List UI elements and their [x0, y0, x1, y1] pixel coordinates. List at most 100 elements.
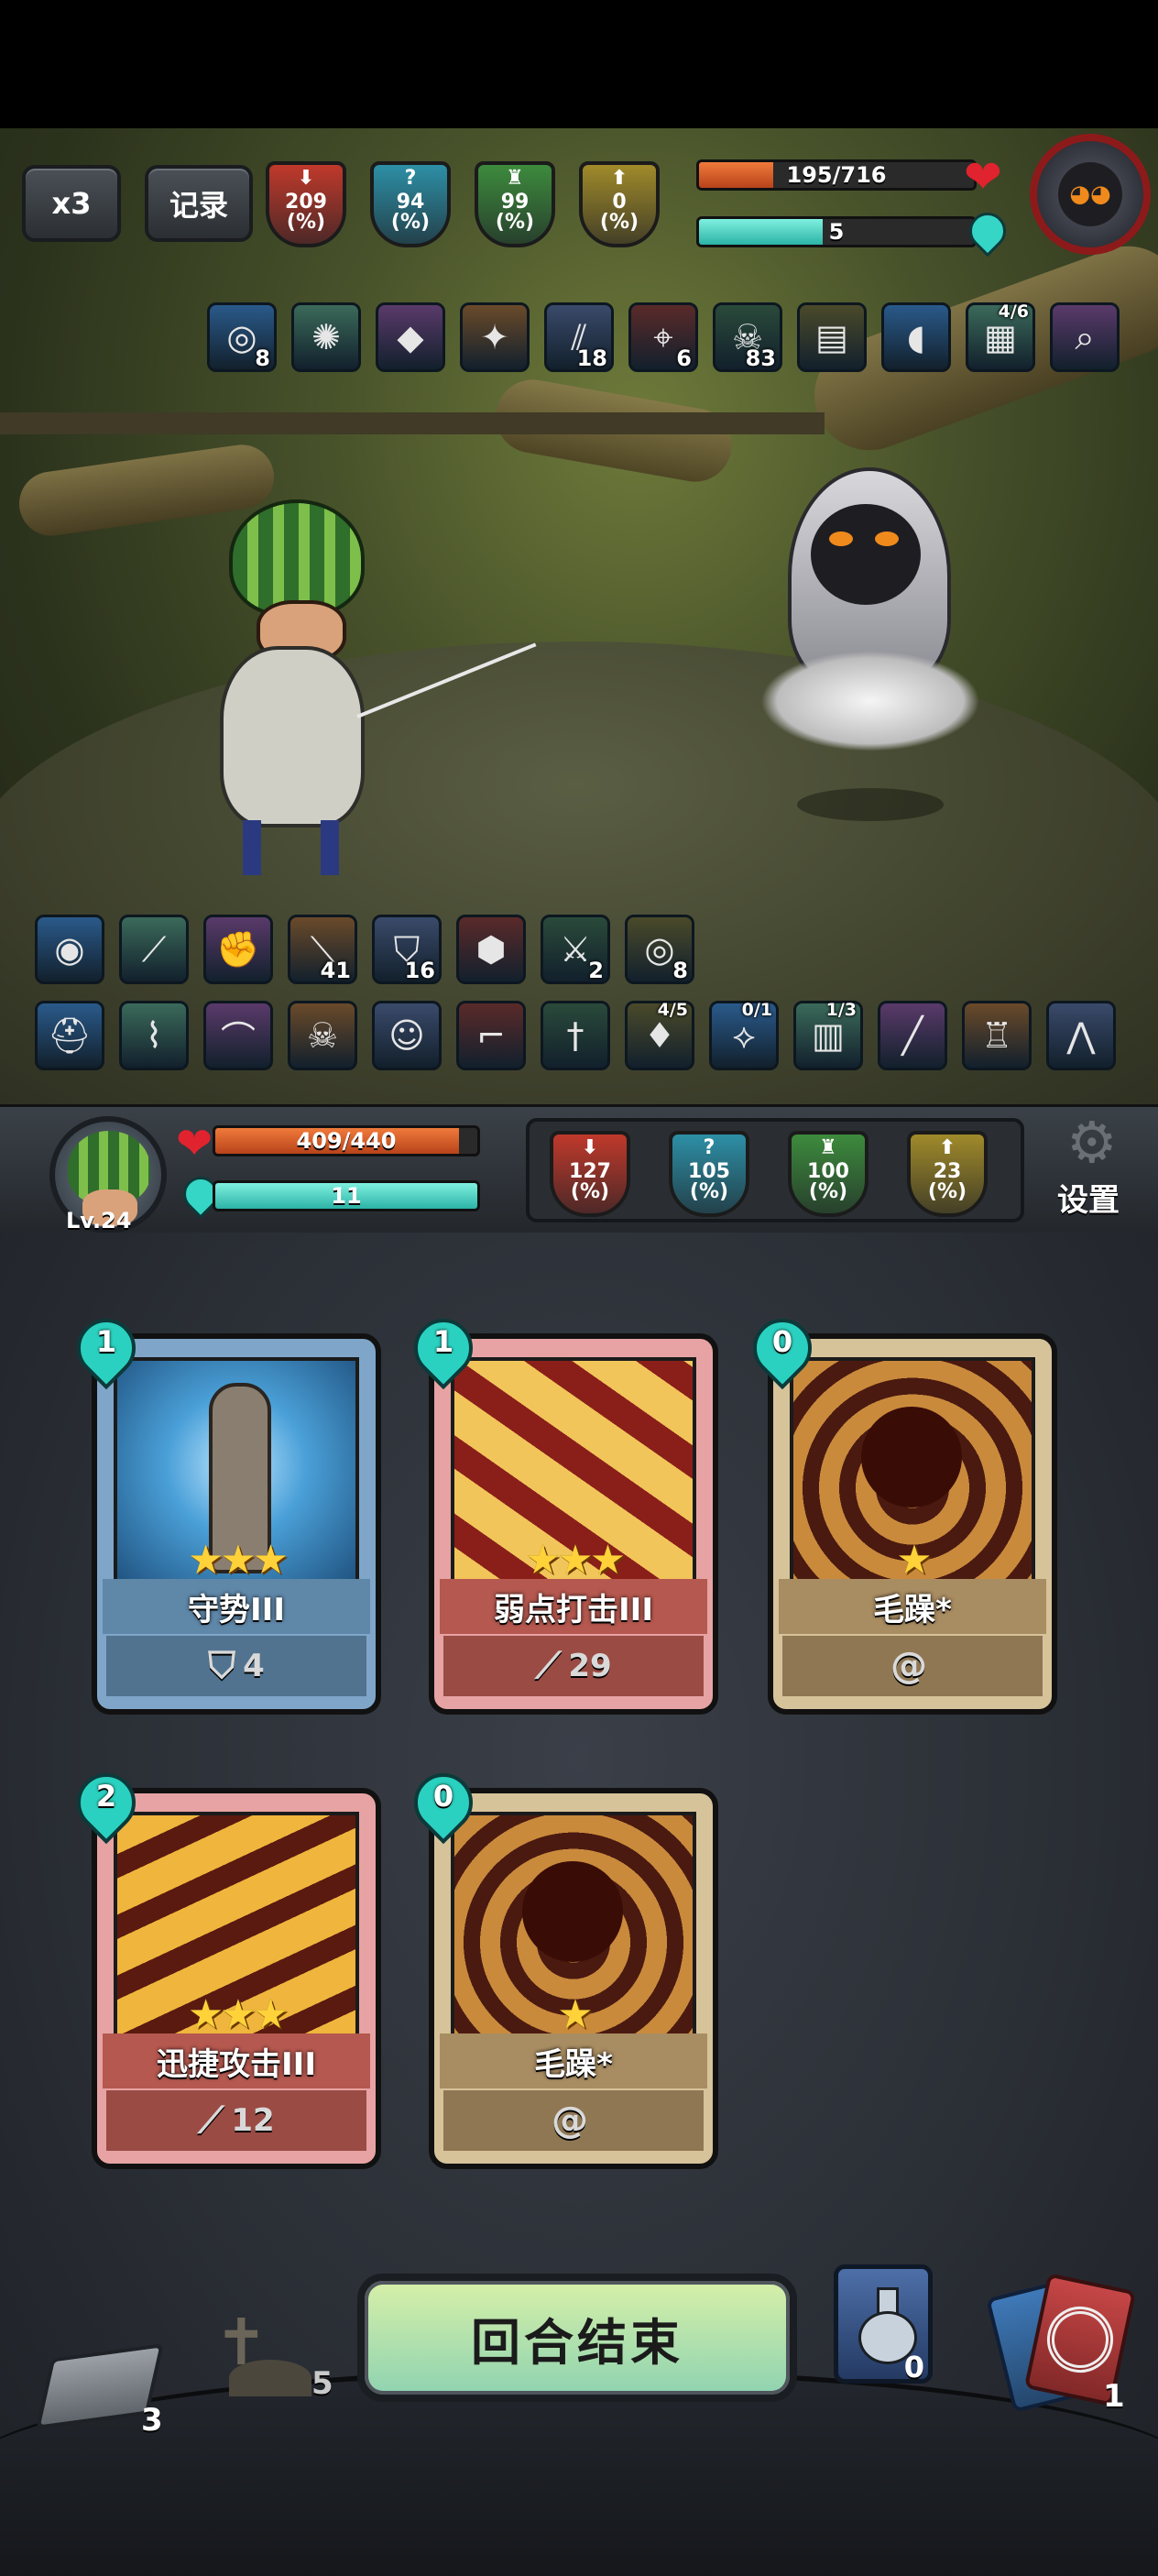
stat-unit: (%) [599, 211, 639, 234]
stat-value: 0 [612, 191, 627, 214]
bone-icon: ⌇ [145, 1015, 163, 1056]
settings-button[interactable]: ⚙ 设置 [1044, 1114, 1145, 1224]
card-name: 守势III [103, 1579, 370, 1634]
buff-tile[interactable]: ♦ 4/5 [625, 1000, 694, 1070]
buff-tile[interactable]: ╱ [878, 1001, 947, 1070]
buff-tile[interactable]: ☠ [288, 1001, 357, 1070]
buff-tile[interactable]: ⛑ [35, 1001, 104, 1070]
blade-icon: ⟋ [198, 2099, 224, 2142]
buff-tile[interactable]: ✦ [460, 302, 530, 372]
crystal-icon: ♦ [643, 1015, 676, 1056]
water-orb-icon: ◉ [54, 929, 85, 970]
buff-count: 16 [404, 958, 435, 983]
buff-tile[interactable]: ◎ 8 [625, 915, 694, 984]
card-name: 毛躁* [779, 1579, 1046, 1634]
sword-down-icon: ⬇ [297, 167, 315, 190]
buff-tile[interactable]: ▤ [797, 302, 867, 372]
book-icon: ▤ [815, 317, 848, 357]
stat-unit: (%) [808, 1180, 848, 1203]
card[interactable]: ★★★ 迅捷攻击III ⟋ 12 2 [64, 1760, 381, 2169]
card[interactable]: ★ 毛躁* @0 [740, 1306, 1057, 1715]
spiral-icon: @ [552, 2099, 588, 2142]
card-cost-value: 1 [432, 1324, 454, 1359]
battle-scene: x3 记录 ⬇ 209 (%)? 94 (%) ♜ 99 (%) ⬆ 0 (%) 195/716 ❤… [0, 128, 1158, 1104]
enemy-stats: ⬇ 209 (%)? 94 (%) ♜ 99 (%) ⬆ 0 (%) [266, 161, 687, 253]
stat-value: 100 [807, 1160, 849, 1183]
leg [243, 820, 261, 875]
buff-tile[interactable]: ▥ 1/3 [793, 1000, 863, 1070]
stat-unit: (%) [495, 211, 535, 234]
buff-tile[interactable]: ▦ 4/6 [966, 301, 1035, 372]
feather-icon: ⟡ [732, 1014, 756, 1056]
buff-tile[interactable]: ☠ 83 [713, 302, 782, 372]
buff-tile[interactable]: ✺ [291, 302, 361, 372]
buff-tile[interactable]: ⟋ [119, 915, 189, 984]
buff-tile[interactable]: ☺ [372, 1001, 442, 1070]
spellbook-icon: ▥ [812, 1015, 845, 1056]
buff-tile[interactable]: ⋀ [1046, 1001, 1116, 1070]
stat-shield: ⬇ 209 (%) [266, 161, 346, 247]
question-icon: ? [404, 167, 417, 190]
buff-tile[interactable]: ⌐ [456, 1001, 526, 1070]
knife-icon: ╱ [901, 1015, 923, 1056]
buff-count: 41 [320, 958, 351, 983]
buff-tile[interactable]: ⌇ [119, 1001, 189, 1070]
card[interactable]: ★ 毛躁* @0 [401, 1760, 718, 2169]
buff-tile[interactable]: ✊ [203, 915, 273, 984]
card-stars: ★★★ [187, 1537, 289, 1584]
target-icon [1041, 2300, 1120, 2379]
buff-tile[interactable]: ⫽ 18 [544, 302, 614, 372]
stat-value: 94 [396, 191, 425, 214]
discard-pile[interactable]: ✝ 5 [202, 2277, 348, 2415]
buff-tile[interactable]: ◆ [376, 302, 445, 372]
buff-tile[interactable]: ◎ 8 [207, 302, 277, 372]
card[interactable]: ★★★ 弱点打击III ⟋ 29 1 [401, 1306, 718, 1715]
stat-value: 105 [688, 1160, 730, 1183]
buff-tile[interactable]: ⚔ 2 [541, 915, 610, 984]
boot-icon: ⌐ [476, 1015, 506, 1056]
skull-icon: ☠ [306, 1015, 339, 1056]
card-value: 4 [243, 1648, 265, 1684]
heart-icon: ❤ [964, 150, 1002, 203]
buff-tile[interactable]: ⬢ [456, 915, 526, 984]
buff-tile[interactable]: ⟡ 0/1 [709, 1000, 779, 1070]
ghost-eye [829, 532, 853, 546]
card-value-band: ⟋ 12 [106, 2090, 366, 2151]
energy-drop-icon [961, 204, 1014, 258]
card-value-band: ⛉ 4 [106, 1636, 366, 1696]
buff-tile[interactable]: ⌖ 6 [628, 302, 698, 372]
gauntlet-icon: ✊ [216, 928, 260, 970]
player-stats: ⬇ 127 (%)? 105 (%) ♜ 100 (%) ⬆ 23 (%) [526, 1118, 1024, 1222]
record-button[interactable]: 记录 [145, 165, 253, 242]
buff-tile[interactable]: ♖ [962, 1001, 1032, 1070]
buff-tile[interactable]: ◉ [35, 915, 104, 984]
buff-tile[interactable]: ⌒ [203, 1001, 273, 1070]
buff-tile[interactable]: ⟍ 41 [288, 915, 357, 984]
card-value: 29 [568, 1648, 612, 1684]
card-name: 弱点打击III [440, 1579, 707, 1634]
card-cost: 0 [401, 1759, 486, 1845]
buff-tile[interactable]: ⛉ 16 [372, 915, 442, 984]
card-cost-value: 0 [432, 1779, 454, 1814]
card-cost: 1 [401, 1304, 486, 1390]
potion-slot[interactable]: 0 [834, 2264, 933, 2384]
exhaust-pile[interactable]: 1 [985, 2273, 1145, 2415]
helmet-icon: ⛑ [47, 1014, 93, 1056]
end-turn-button[interactable]: 回合结束 [357, 2274, 797, 2402]
stat-shield: ? 94 (%) [370, 161, 451, 247]
red-blade-icon: ⟋ [141, 928, 167, 970]
buff-tile[interactable]: ⌕ [1050, 302, 1120, 372]
buff-count: 8 [672, 958, 688, 983]
hand: ★★★ 守势III ⛉ 4 1 ★★★ 弱点打击III ⟋ 29 1 ★ 毛躁* @0 ★★★ 迅捷攻击II… [0, 1233, 1158, 2241]
enemy-ghost[interactable] [760, 449, 980, 834]
buff-tile[interactable]: † [541, 1001, 610, 1070]
enemy-portrait[interactable]: ◕◕ [1030, 134, 1151, 255]
speed-button[interactable]: x3 [22, 165, 121, 242]
card[interactable]: ★★★ 守势III ⛉ 4 1 [64, 1306, 381, 1715]
buff-tile[interactable]: ◖ [881, 302, 951, 372]
castle-icon: ♜ [506, 167, 524, 190]
enemy-hp-bar: 195/716 [696, 159, 977, 191]
buff-count: 8 [255, 345, 270, 371]
draw-pile[interactable]: 3 [35, 2332, 165, 2442]
buff-count: 2 [588, 958, 604, 983]
